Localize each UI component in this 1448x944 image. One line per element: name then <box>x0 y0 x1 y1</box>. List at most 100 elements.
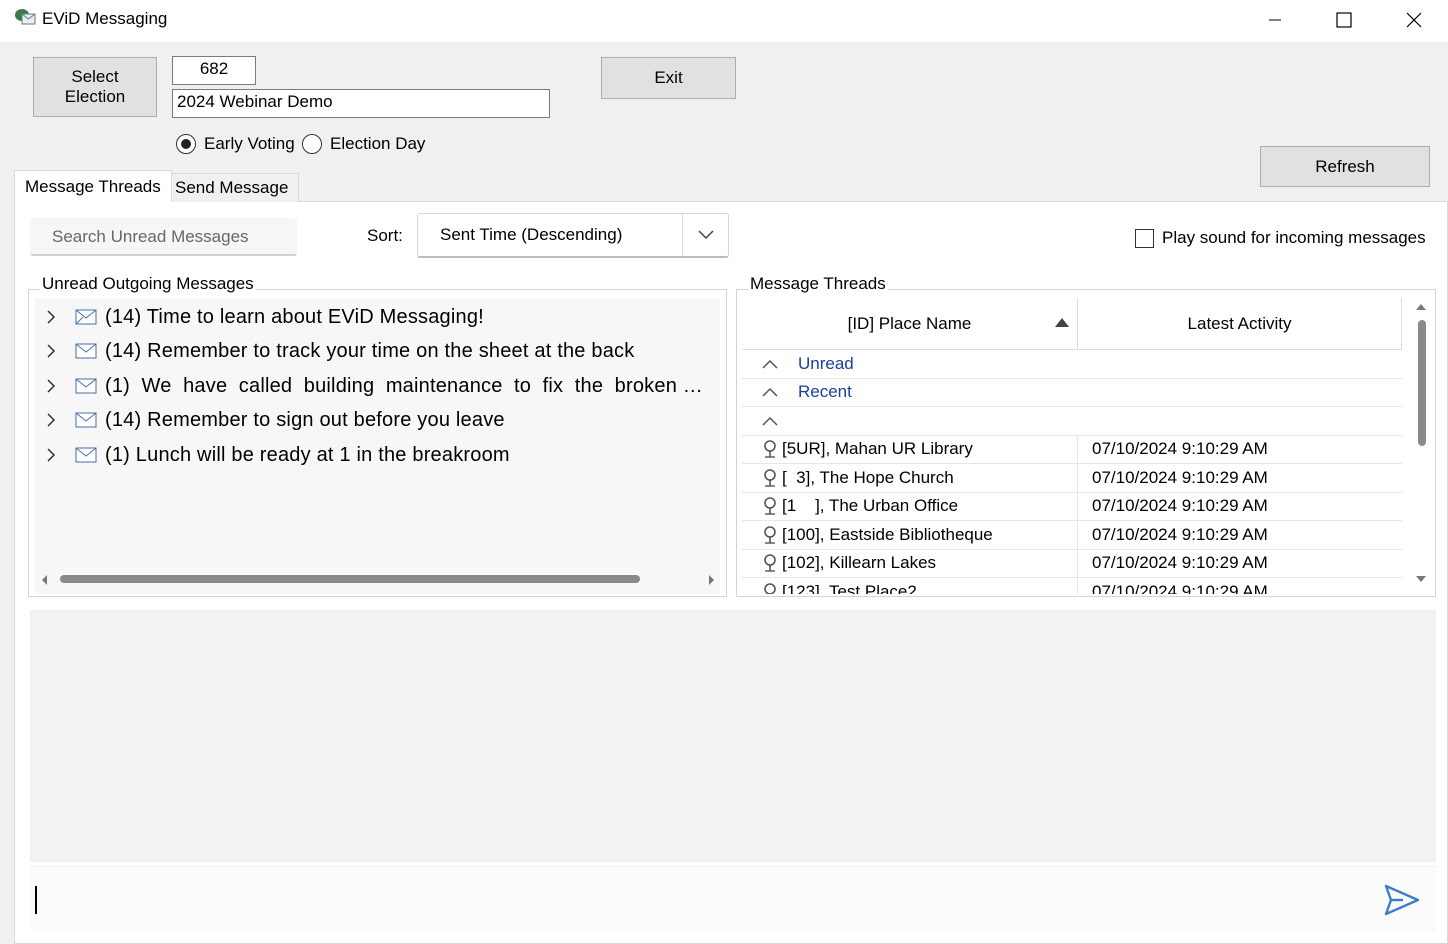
select-election-label: Select Election <box>64 67 126 106</box>
list-item[interactable]: (14) Remember to sign out before you lea… <box>35 403 720 437</box>
unread-outgoing-title: Unread Outgoing Messages <box>40 274 256 294</box>
place-name-cell: [1 ], The Urban Office <box>782 492 1078 520</box>
list-item[interactable]: (14) Time to learn about EViD Messaging! <box>35 300 720 334</box>
activity-cell: 07/10/2024 9:10:29 AM <box>1092 524 1268 544</box>
sort-ascending-icon <box>1055 318 1069 327</box>
table-row[interactable]: [100], Eastside Bibliotheque 07/10/2024 … <box>742 521 1402 550</box>
refresh-button[interactable]: Refresh <box>1260 146 1430 187</box>
group-row-unnamed[interactable] <box>742 407 1402 436</box>
threads-grid[interactable]: [ID] Place Name Latest Activity Unread R… <box>742 298 1402 594</box>
list-item[interactable]: (1) Lunch will be ready at 1 in the brea… <box>35 438 720 472</box>
title-bar <box>0 0 1448 42</box>
chevron-right-icon[interactable] <box>37 447 65 463</box>
place-name-cell: [102], Killearn Lakes <box>782 549 1078 577</box>
place-name-cell: [100], Eastside Bibliotheque <box>782 521 1078 549</box>
envelope-icon <box>75 412 99 428</box>
map-pin-icon <box>742 582 782 594</box>
maximize-icon <box>1336 12 1352 28</box>
sort-value: Sent Time (Descending) <box>440 225 623 244</box>
sort-label: Sort: <box>367 226 403 245</box>
minimize-icon <box>1269 19 1281 21</box>
chevron-down-icon <box>682 214 728 256</box>
search-unread-input[interactable]: Search Unread Messages <box>30 218 297 256</box>
envelope-icon <box>75 378 99 394</box>
envelope-icon <box>75 343 99 359</box>
group-row-unread[interactable]: Unread <box>742 350 1402 379</box>
send-icon <box>1384 884 1420 916</box>
chevron-up-icon[interactable] <box>742 359 798 369</box>
map-pin-icon <box>742 497 782 515</box>
message-text: (14) Remember to track your time on the … <box>105 339 635 362</box>
message-text: (1) Lunch will be ready at 1 in the brea… <box>105 443 510 466</box>
send-button[interactable] <box>1380 880 1424 920</box>
group-row-recent[interactable]: Recent <box>742 379 1402 407</box>
group-name: Recent <box>798 382 852 402</box>
chevron-right-icon[interactable] <box>37 378 65 394</box>
minimize-button[interactable] <box>1240 0 1310 40</box>
checkbox-unchecked-icon <box>1135 228 1154 248</box>
tab-message-threads[interactable]: Message Threads <box>14 170 172 202</box>
maximize-button[interactable] <box>1309 0 1379 40</box>
app-icon <box>14 8 36 26</box>
unread-message-list[interactable]: (14) Time to learn about EViD Messaging!… <box>35 298 720 594</box>
column-header-label: Latest Activity <box>1187 313 1292 333</box>
election-day-radio[interactable]: Election Day <box>302 134 425 154</box>
message-text: (1) We have called building maintenance … <box>105 374 705 397</box>
scrollbar-thumb[interactable] <box>1418 320 1426 446</box>
sort-dropdown[interactable]: Sent Time (Descending) <box>417 213 729 258</box>
play-sound-checkbox[interactable]: Play sound for incoming messages <box>1135 228 1426 248</box>
envelope-icon <box>75 447 99 463</box>
close-icon <box>1406 12 1422 28</box>
table-row[interactable]: [102], Killearn Lakes 07/10/2024 9:10:29… <box>742 549 1402 578</box>
message-threads-title: Message Threads <box>748 274 888 294</box>
scrollbar-thumb[interactable] <box>60 575 640 583</box>
close-button[interactable] <box>1379 0 1448 40</box>
tab-send-message[interactable]: Send Message <box>164 173 300 202</box>
chevron-right-icon[interactable] <box>37 412 65 428</box>
column-header-label: [ID] Place Name <box>847 313 972 333</box>
column-header-activity[interactable]: Latest Activity <box>1078 298 1402 349</box>
exit-button[interactable]: Exit <box>601 57 736 99</box>
chevron-up-icon[interactable] <box>742 416 798 426</box>
select-election-button[interactable]: Select Election <box>33 57 157 117</box>
list-item[interactable]: (1) We have called building maintenance … <box>35 369 720 403</box>
election-day-label: Election Day <box>330 134 426 153</box>
map-pin-icon <box>742 440 782 458</box>
place-name-cell: [ 3], The Hope Church <box>782 464 1078 492</box>
chevron-up-icon[interactable] <box>742 387 798 397</box>
text-cursor <box>35 886 37 914</box>
chevron-right-icon[interactable] <box>37 309 65 325</box>
activity-cell: 07/10/2024 9:10:29 AM <box>1092 581 1268 594</box>
column-header-place[interactable]: [ID] Place Name <box>742 298 1078 349</box>
list-item[interactable]: (14) Remember to track your time on the … <box>35 334 720 368</box>
play-sound-label: Play sound for incoming messages <box>1162 228 1426 247</box>
early-voting-radio[interactable]: Early Voting <box>176 134 295 154</box>
map-pin-icon <box>742 525 782 544</box>
activity-cell: 07/10/2024 9:10:29 AM <box>1092 496 1268 516</box>
election-name-field[interactable]: 2024 Webinar Demo <box>172 89 550 118</box>
table-row[interactable]: [5UR], Mahan UR Library 07/10/2024 9:10:… <box>742 435 1402 464</box>
message-compose-input[interactable] <box>30 868 1340 930</box>
election-id-field[interactable]: 682 <box>172 56 256 85</box>
message-text: (14) Remember to sign out before you lea… <box>105 408 505 431</box>
activity-cell: 07/10/2024 9:10:29 AM <box>1092 467 1268 487</box>
early-voting-label: Early Voting <box>204 134 295 153</box>
chevron-right-icon[interactable] <box>37 343 65 359</box>
grid-header: [ID] Place Name Latest Activity <box>742 298 1402 350</box>
group-name: Unread <box>798 353 854 373</box>
message-text: (14) Time to learn about EViD Messaging! <box>105 305 484 328</box>
activity-cell: 07/10/2024 9:10:29 AM <box>1092 439 1268 459</box>
table-row[interactable]: [123], Test Place2 07/10/2024 9:10:29 AM <box>742 578 1402 594</box>
radio-checked-icon <box>176 134 196 154</box>
map-pin-icon <box>742 554 782 572</box>
place-name-cell: [123], Test Place2 <box>782 578 1078 594</box>
table-row[interactable]: [ 3], The Hope Church 07/10/2024 9:10:29… <box>742 464 1402 493</box>
activity-cell: 07/10/2024 9:10:29 AM <box>1092 553 1268 573</box>
conversation-view <box>30 610 1436 862</box>
window-title: EViD Messaging <box>42 9 168 28</box>
envelope-icon <box>75 309 99 325</box>
table-row[interactable]: [1 ], The Urban Office 07/10/2024 9:10:2… <box>742 492 1402 521</box>
map-pin-icon <box>742 468 782 487</box>
radio-unchecked-icon <box>302 134 322 154</box>
place-name-cell: [5UR], Mahan UR Library <box>782 435 1078 463</box>
